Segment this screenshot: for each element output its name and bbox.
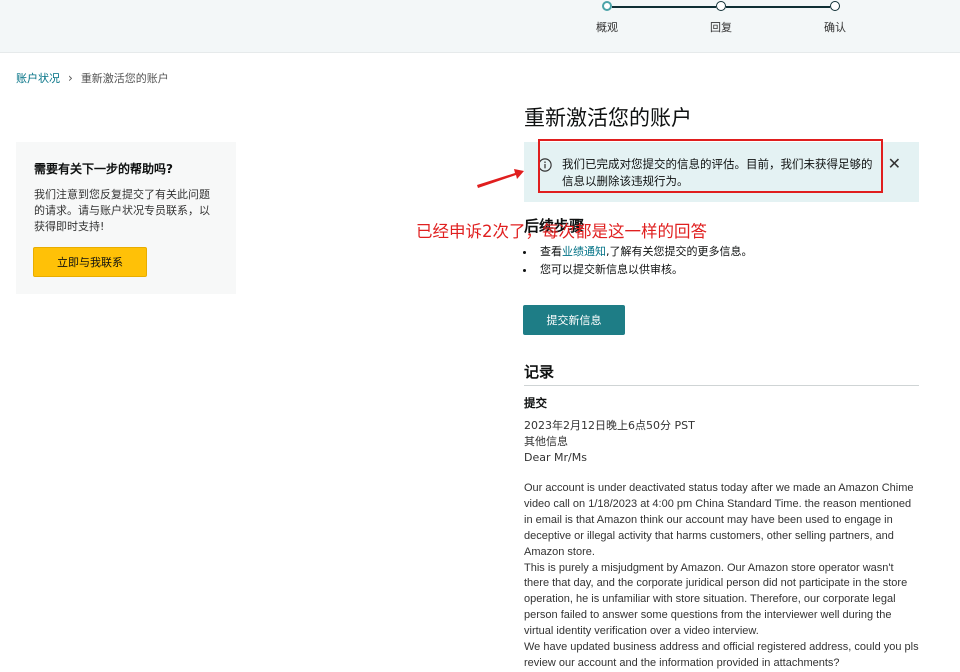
record-title: 记录 — [524, 363, 555, 381]
list-item-text: 查看 — [540, 245, 562, 258]
contact-me-button[interactable]: 立即与我联系 — [33, 247, 147, 277]
step-dot-overview — [602, 1, 612, 11]
help-title: 需要有关下一步的帮助吗? — [34, 162, 173, 176]
record-meta: 2023年2月12日晚上6点50分 PST 其他信息 Dear Mr/Ms — [524, 418, 924, 466]
page-title: 重新激活您的账户 — [524, 106, 692, 130]
breadcrumb-account-health[interactable]: 账户状况 — [16, 70, 60, 86]
annotation-arrow-icon — [477, 169, 524, 188]
info-icon — [538, 158, 552, 172]
record-timestamp: 2023年2月12日晚上6点50分 PST — [524, 419, 695, 432]
submit-new-info-button[interactable]: 提交新信息 — [523, 305, 625, 335]
step-label-reply: 回复 — [710, 21, 732, 34]
progress-line — [612, 6, 716, 8]
close-icon[interactable]: ✕ — [888, 156, 901, 172]
breadcrumb: 账户状况 › 重新激活您的账户 — [16, 70, 169, 86]
list-item: 查看业绩通知,了解有关您提交的更多信息。 — [536, 243, 753, 261]
record-body: Our account is under deactivated status … — [524, 481, 920, 672]
step-dot-confirm — [830, 1, 840, 11]
info-alert: 我们已完成对您提交的信息的评估。目前，我们未获得足够的信息以删除该违规行为。 ✕ — [524, 142, 919, 202]
progress-line — [726, 6, 830, 8]
record-type: 其他信息 — [524, 435, 568, 448]
list-item: 您可以提交新信息以供审核。 — [536, 261, 753, 279]
alert-message: 我们已完成对您提交的信息的评估。目前，我们未获得足够的信息以删除该违规行为。 — [562, 157, 873, 188]
annotation-text: 已经申诉2次了，每次都是这一样的回答 — [416, 222, 707, 241]
help-text: 我们注意到您反复提交了有关此问题的请求。请与账户状况专员联系，以获得即时支持! — [34, 188, 210, 233]
step-label-confirm: 确认 — [824, 21, 846, 34]
record-paragraph: We have updated business address and off… — [524, 641, 919, 669]
divider — [524, 385, 919, 386]
step-dot-reply — [716, 1, 726, 11]
progress-header: 概观 回复 确认 — [0, 0, 960, 53]
breadcrumb-current: 重新激活您的账户 — [80, 72, 169, 85]
next-steps-list: 查看业绩通知,了解有关您提交的更多信息。 您可以提交新信息以供审核。 — [524, 243, 753, 279]
performance-notifications-link[interactable]: 业绩通知 — [562, 245, 606, 258]
record-paragraph: Our account is under deactivated status … — [524, 482, 914, 558]
chevron-right-icon: › — [68, 71, 73, 85]
step-label-overview: 概观 — [596, 21, 618, 34]
list-item-text: ,了解有关您提交的更多信息。 — [606, 245, 753, 258]
record-greeting: Dear Mr/Ms — [524, 451, 587, 464]
record-paragraph: This is purely a misjudgment by Amazon. … — [524, 561, 908, 638]
help-panel: 需要有关下一步的帮助吗? 我们注意到您反复提交了有关此问题的请求。请与账户状况专… — [16, 142, 236, 294]
record-section-title: 提交 — [524, 396, 547, 410]
